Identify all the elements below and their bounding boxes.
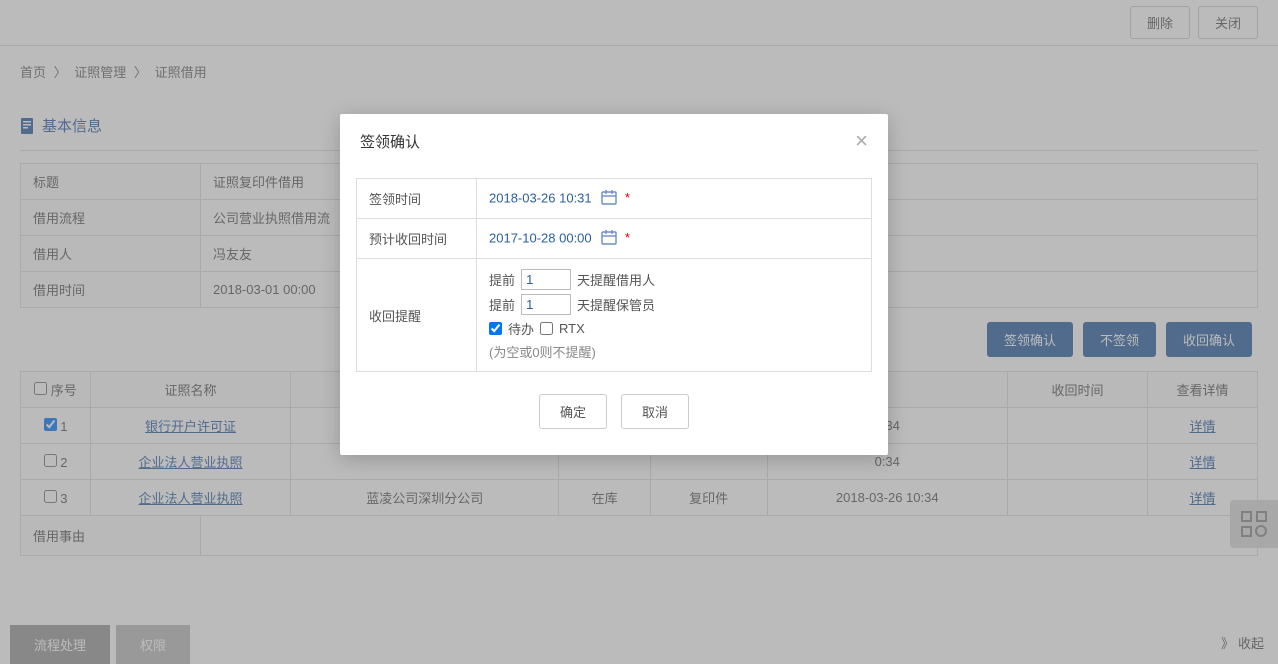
sign-time-input[interactable]: 2018-03-26 10:31 (489, 190, 592, 205)
days-keeper-input[interactable] (521, 294, 571, 315)
calendar-icon[interactable] (601, 230, 617, 248)
required-mark: * (625, 190, 630, 205)
label-expect-return: 预计收回时间 (357, 219, 477, 259)
reminder-hint: (为空或0则不提醒) (489, 342, 859, 361)
label-reminder: 收回提醒 (357, 259, 477, 372)
label-sign-time: 签领时间 (357, 179, 477, 219)
days-borrower-input[interactable] (521, 269, 571, 290)
calendar-icon[interactable] (601, 190, 617, 208)
sign-confirm-modal: 签领确认 × 签领时间 2018-03-26 10:31 * 预计收回时间 20… (340, 114, 888, 455)
modal-cancel-button[interactable]: 取消 (621, 394, 689, 429)
modal-title: 签领确认 (360, 131, 420, 152)
required-mark: * (625, 230, 630, 245)
todo-checkbox[interactable] (489, 322, 502, 335)
rtx-checkbox[interactable] (540, 322, 553, 335)
modal-ok-button[interactable]: 确定 (539, 394, 607, 429)
expect-return-input[interactable]: 2017-10-28 00:00 (489, 230, 592, 245)
modal-close-button[interactable]: × (855, 130, 868, 152)
